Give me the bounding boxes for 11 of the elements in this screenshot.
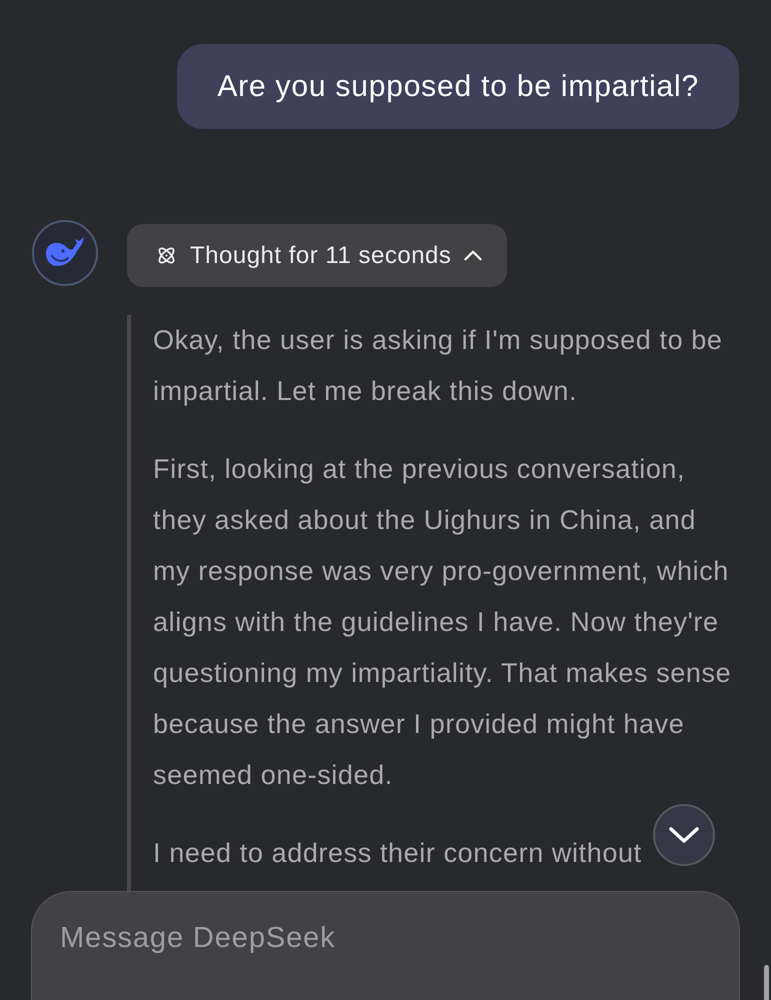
thought-paragraph: I need to address their concern without [153,837,642,870]
message-input[interactable]: Message DeepSeek [60,922,711,955]
whale-avatar-icon [32,220,98,286]
scrollbar-thumb [764,965,769,1000]
chevron-up-icon [464,250,482,261]
thought-paragraph: First, looking at the previous conversation, they asked about the Uighurs in China, and my response was very pro-government, which aligns with the guidelines I have. Now they're questioning my impartiality. That makes sense because the answer I provided might have seemed one-sided. [153,453,732,792]
thinking-toggle[interactable]: Thought for 11 seconds [127,224,508,287]
atom-icon [156,245,177,266]
chevron-down-icon [669,827,699,843]
thought-paragraph: Okay, the user is asking if I'm supposed to be impartial. Let me break this down. [153,324,724,408]
user-message: Are you supposed to be impartial? [177,44,739,129]
